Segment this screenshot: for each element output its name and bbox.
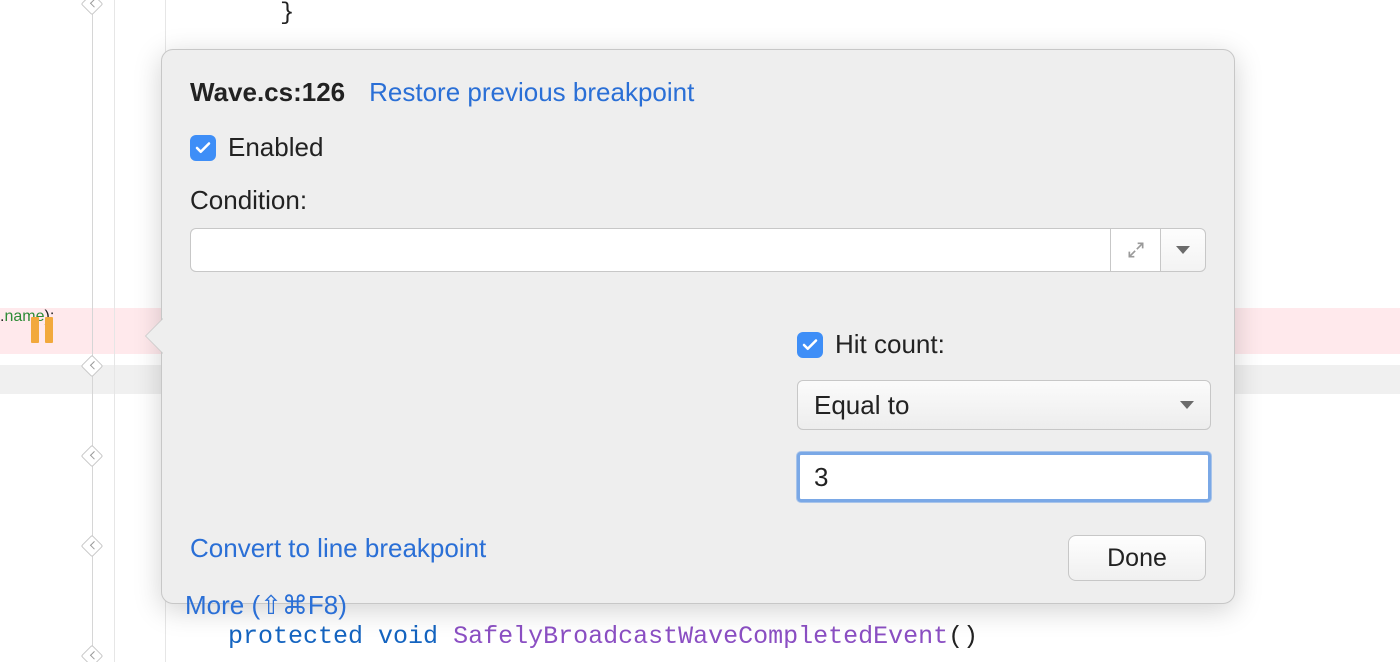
breakpoint-pause-icon[interactable] [31, 316, 59, 344]
expand-editor-button[interactable] [1110, 228, 1160, 272]
breakpoint-options-popup: Wave.cs:126 Restore previous breakpoint … [161, 49, 1235, 604]
indent-guide [114, 0, 115, 662]
breakpoint-location-title: Wave.cs:126 [190, 77, 345, 108]
code-signature: protected void SafelyBroadcastWaveComple… [228, 622, 978, 651]
more-options-link[interactable]: More (⇧⌘F8) [185, 590, 347, 621]
enabled-checkbox[interactable] [190, 135, 216, 161]
hit-count-checkbox-row: Hit count: [797, 329, 1377, 360]
done-button[interactable]: Done [1068, 535, 1206, 581]
gutter-line [92, 0, 93, 662]
enabled-checkbox-row: Enabled [190, 132, 1206, 163]
expand-icon [1126, 240, 1146, 260]
fold-marker-icon[interactable] [81, 445, 104, 468]
restore-previous-breakpoint-link[interactable]: Restore previous breakpoint [369, 77, 694, 108]
hit-count-value-input[interactable] [797, 452, 1211, 502]
chevron-down-icon [1176, 246, 1190, 254]
hit-count-mode-select[interactable]: Equal to [797, 380, 1211, 430]
convert-to-line-breakpoint-link[interactable]: Convert to line breakpoint [190, 533, 486, 564]
hit-count-mode-value: Equal to [814, 390, 909, 421]
chevron-down-icon [1180, 401, 1194, 409]
check-icon [801, 336, 819, 354]
condition-row [190, 228, 1206, 272]
condition-label: Condition: [190, 185, 1206, 216]
hit-count-label: Hit count: [835, 329, 945, 360]
code-brace: } [280, 0, 294, 27]
fold-marker-icon[interactable] [81, 645, 104, 662]
hit-count-section: Hit count: Equal to [797, 329, 1377, 502]
check-icon [194, 139, 212, 157]
fold-marker-icon[interactable] [81, 0, 104, 15]
fold-marker-icon[interactable] [81, 535, 104, 558]
popup-header: Wave.cs:126 Restore previous breakpoint [190, 77, 1206, 108]
condition-input[interactable] [190, 228, 1110, 272]
popup-pointer-icon [146, 318, 164, 354]
enabled-label: Enabled [228, 132, 323, 163]
condition-history-dropdown[interactable] [1160, 228, 1206, 272]
hit-count-checkbox[interactable] [797, 332, 823, 358]
